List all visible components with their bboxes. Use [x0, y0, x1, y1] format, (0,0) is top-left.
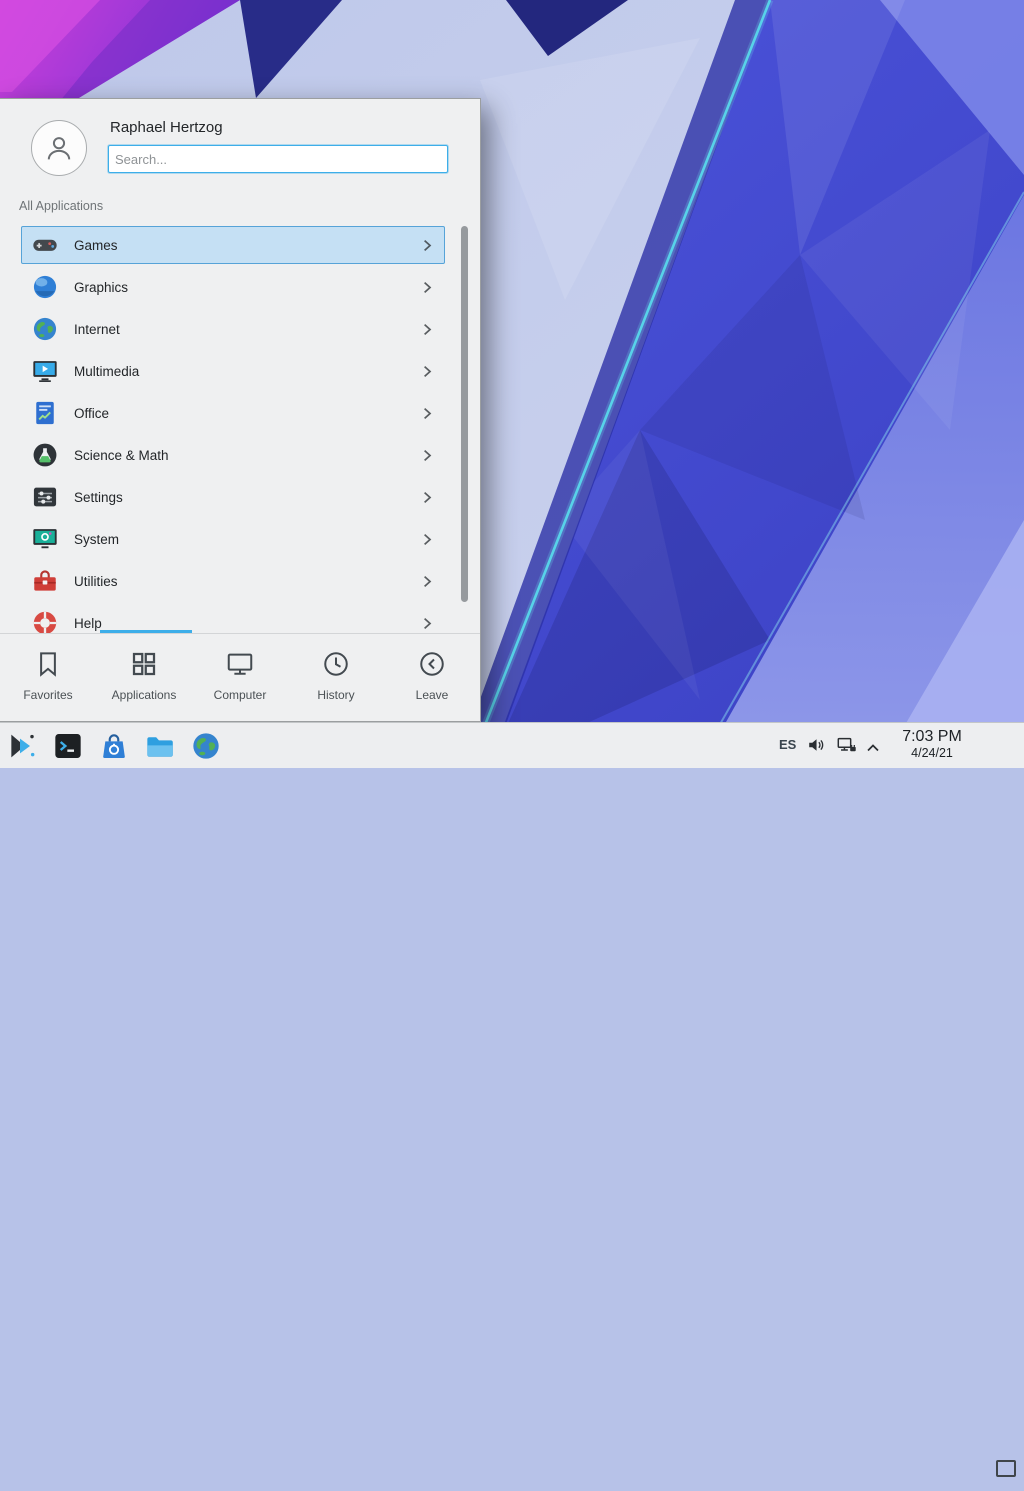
active-tab-indicator	[100, 630, 192, 633]
clock-time: 7:03 PM	[896, 727, 968, 746]
person-icon	[42, 131, 76, 165]
globe-icon	[31, 315, 59, 343]
history-clock-icon	[321, 649, 351, 679]
section-label: All Applications	[19, 199, 103, 213]
clock-date: 4/24/21	[896, 746, 968, 761]
category-item-office[interactable]: Office	[21, 394, 445, 432]
chevron-right-icon	[423, 239, 432, 252]
tab-label: Computer	[214, 688, 267, 702]
tab-label: History	[317, 688, 354, 702]
bookmark-icon	[33, 649, 63, 679]
tab-label: Applications	[112, 688, 177, 702]
category-item-help[interactable]: Help	[21, 604, 445, 633]
chevron-right-icon	[423, 365, 432, 378]
chevron-right-icon	[423, 323, 432, 336]
software-center-button[interactable]	[98, 730, 130, 762]
sliders-icon	[31, 483, 59, 511]
show-desktop-icon	[996, 1460, 1016, 1477]
keyboard-layout-indicator[interactable]: ES	[779, 737, 796, 752]
user-avatar[interactable]	[31, 120, 87, 176]
category-item-system[interactable]: System	[21, 520, 445, 558]
tab-label: Leave	[416, 688, 449, 702]
expand-tray-button[interactable]	[866, 740, 880, 751]
terminal-button[interactable]	[52, 730, 84, 762]
network-button[interactable]	[836, 734, 858, 756]
category-item-utilities[interactable]: Utilities	[21, 562, 445, 600]
kde-launcher-icon	[6, 730, 38, 762]
tab-history[interactable]: History	[288, 636, 384, 722]
chevron-right-icon	[423, 491, 432, 504]
category-label: Internet	[74, 322, 120, 337]
chevron-right-icon	[423, 407, 432, 420]
category-label: System	[74, 532, 119, 547]
web-browser-button[interactable]	[190, 730, 222, 762]
tab-label: Favorites	[23, 688, 72, 702]
clock-widget[interactable]: 7:03 PM 4/24/21	[896, 727, 968, 761]
category-label: Graphics	[74, 280, 128, 295]
category-list: Games Graphics Internet	[0, 219, 480, 633]
chevron-right-icon	[423, 617, 432, 630]
category-label: Science & Math	[74, 448, 169, 463]
category-label: Settings	[74, 490, 123, 505]
computer-icon	[225, 649, 255, 679]
toolbox-icon	[31, 567, 59, 595]
tab-leave[interactable]: Leave	[384, 636, 480, 722]
category-item-settings[interactable]: Settings	[21, 478, 445, 516]
category-label: Multimedia	[74, 364, 139, 379]
chevron-up-icon	[866, 742, 880, 753]
taskbar-panel: ES 7:03 PM 4/24/21	[0, 722, 1024, 768]
user-name: Raphael Hertzog	[110, 119, 223, 136]
lifebuoy-icon	[31, 609, 59, 633]
gamepad-icon	[31, 231, 59, 259]
folder-icon	[144, 730, 176, 762]
tab-computer[interactable]: Computer	[192, 636, 288, 722]
volume-button[interactable]	[806, 734, 828, 756]
media-screen-icon	[31, 357, 59, 385]
application-launcher-menu: Raphael Hertzog All Applications Games G…	[0, 98, 481, 722]
category-label: Games	[74, 238, 118, 253]
tab-favorites[interactable]: Favorites	[0, 636, 96, 722]
leave-circle-icon	[417, 649, 447, 679]
category-label: Office	[74, 406, 109, 421]
category-label: Help	[74, 616, 102, 631]
system-monitor-icon	[31, 525, 59, 553]
chevron-right-icon	[423, 449, 432, 462]
scrollbar[interactable]	[461, 226, 468, 602]
search-input[interactable]	[108, 145, 448, 173]
earth-icon	[190, 730, 222, 762]
category-label: Utilities	[74, 574, 118, 589]
category-item-games[interactable]: Games	[21, 226, 445, 264]
show-desktop-button[interactable]	[990, 1445, 1020, 1491]
category-item-science-math[interactable]: Science & Math	[21, 436, 445, 474]
terminal-icon	[52, 730, 84, 762]
flask-icon	[31, 441, 59, 469]
apps-grid-icon	[129, 649, 159, 679]
discover-bag-icon	[98, 730, 130, 762]
chevron-right-icon	[423, 281, 432, 294]
graphics-orb-icon	[31, 273, 59, 301]
network-icon	[836, 734, 858, 756]
chevron-right-icon	[423, 575, 432, 588]
tabbar-separator	[0, 633, 480, 634]
launcher-tabbar: Favorites Applications Computer History …	[0, 636, 480, 722]
file-manager-button[interactable]	[144, 730, 176, 762]
tab-applications[interactable]: Applications	[96, 636, 192, 722]
desktop: Raphael Hertzog All Applications Games G…	[0, 0, 1024, 768]
category-item-internet[interactable]: Internet	[21, 310, 445, 348]
chevron-right-icon	[423, 533, 432, 546]
category-item-multimedia[interactable]: Multimedia	[21, 352, 445, 390]
office-document-icon	[31, 399, 59, 427]
volume-icon	[806, 734, 828, 756]
application-launcher-button[interactable]	[6, 730, 38, 762]
category-item-graphics[interactable]: Graphics	[21, 268, 445, 306]
